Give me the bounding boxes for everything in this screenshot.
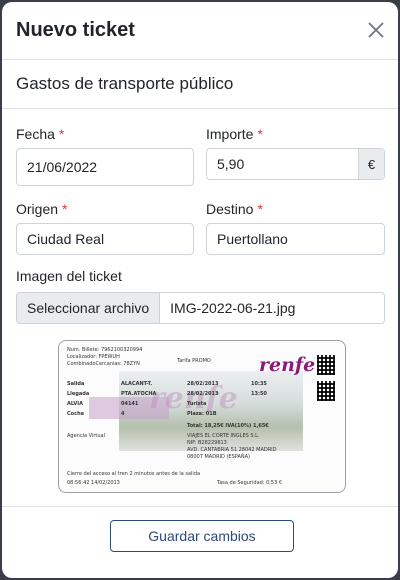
ticket-localizador: Localizador: FPEWUH — [67, 354, 120, 360]
origen-value: Ciudad Real — [27, 231, 105, 247]
importe-label-text: Importe — [206, 126, 254, 142]
required-mark: * — [58, 126, 65, 142]
required-mark: * — [257, 201, 263, 217]
fecha-value: 21/06/2022 — [27, 159, 98, 175]
ticket-empresa-3: AVD. CANTABRIA 51 28042 MADRID — [187, 447, 277, 453]
ticket-coche-label: Coche — [67, 411, 85, 417]
origen-label: Origen * — [16, 201, 67, 217]
footer-divider — [2, 506, 398, 507]
ticket-llegada-label: Llegada — [67, 391, 90, 397]
fecha-label-text: Fecha — [16, 126, 55, 142]
destino-value: Puertollano — [217, 231, 288, 247]
imagen-label: Imagen del ticket — [16, 268, 122, 284]
ticket-llegada-station: PTA.ATOCHA — [121, 391, 157, 397]
destino-input[interactable]: Puertollano — [206, 223, 385, 255]
new-ticket-modal: Nuevo ticket Gastos de transporte públic… — [2, 2, 398, 578]
destino-label: Destino * — [206, 201, 263, 217]
ticket-tren-num: 04141 — [121, 401, 139, 407]
ticket-empresa-2: NIF: B28229813 — [187, 440, 227, 446]
save-button[interactable]: Guardar cambios — [110, 520, 294, 552]
ticket-footer: Tasa de Seguridad: 0,53 € — [217, 480, 283, 486]
ticket-salida-date: 28/02/2013 — [187, 381, 219, 387]
ticket-empresa-4: 08007 MADRID (ESPAÑA) — [187, 454, 250, 460]
importe-value: 5,90 — [217, 156, 245, 172]
section-title: Gastos de transporte público — [16, 74, 234, 93]
ticket-plaza: Plaza: 01B — [187, 411, 217, 417]
importe-input[interactable]: 5,90 € — [206, 148, 385, 180]
file-input[interactable]: Seleccionar archivo IMG-2022-06-21.jpg — [16, 292, 385, 324]
modal-title: Nuevo ticket — [16, 19, 135, 41]
destino-label-text: Destino — [206, 201, 254, 217]
ticket-agencia: Agencia Virtual — [67, 433, 105, 439]
ticket-tren-label: ALVIA — [67, 401, 83, 407]
ticket-clase: Turista — [187, 401, 207, 407]
ticket-combinado: CombinadoCercanias: 78ZYN — [67, 361, 140, 367]
qr-code-2 — [317, 381, 335, 401]
close-button[interactable] — [366, 20, 386, 40]
close-icon — [368, 22, 384, 38]
ticket-total: Total: 18,25€ IVA(10%) 1,65€ — [187, 423, 269, 429]
ticket-image-preview: renfe Num. Billete: 7962100320994 Locali… — [58, 340, 346, 493]
ticket-timestamp: 08:56:42 14/02/2013 — [67, 480, 120, 486]
modal-header: Nuevo ticket — [2, 2, 398, 60]
currency-addon: € — [358, 149, 384, 179]
ticket-coche-num: 4 — [121, 411, 125, 417]
renfe-logo: renfe — [259, 354, 316, 376]
select-file-button[interactable]: Seleccionar archivo — [17, 293, 161, 323]
ticket-billete: Num. Billete: 7962100320994 — [67, 347, 143, 353]
ticket-llegada-time: 13:50 — [251, 391, 267, 397]
ticket-tarifa: Tarifa PROMO — [177, 358, 211, 364]
importe-label: Importe * — [206, 126, 263, 142]
file-name: IMG-2022-06-21.jpg — [170, 300, 296, 316]
origen-label-text: Origen — [16, 201, 59, 217]
origen-input[interactable]: Ciudad Real — [16, 223, 194, 255]
ticket-salida-station: ALACANT-T. — [121, 381, 153, 387]
fecha-input[interactable]: 21/06/2022 — [16, 148, 194, 186]
ticket-llegada-date: 28/02/2013 — [187, 391, 219, 397]
ticket-salida-label: Salida — [67, 381, 85, 387]
ticket-empresa-1: VIAJES EL CORTE INGLES S.L. — [187, 433, 260, 439]
required-mark: * — [62, 201, 68, 217]
fecha-label: Fecha * — [16, 126, 64, 142]
section-divider — [2, 108, 398, 109]
ticket-cierre: Cierre del acceso al tren 2 minutos ante… — [67, 471, 201, 477]
ticket-salida-time: 10:35 — [251, 381, 267, 387]
qr-code-1 — [317, 355, 335, 375]
required-mark: * — [257, 126, 263, 142]
